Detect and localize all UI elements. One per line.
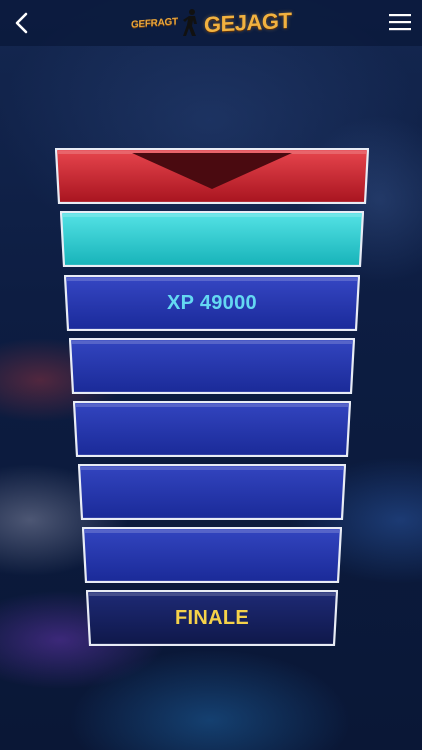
ladder-step-fill xyxy=(60,211,364,267)
ladder-step-7-empty xyxy=(82,527,342,583)
app-logo: GEFRAGT GEJAGT xyxy=(131,0,291,46)
logo-text-gejagt: GEJAGT xyxy=(203,7,292,38)
ladder-step-label: XP 49000 xyxy=(167,291,257,314)
ladder-step-2-player xyxy=(60,211,364,267)
ladder-step-shape xyxy=(82,527,342,583)
menu-button[interactable] xyxy=(388,10,412,34)
ladder-step-shape xyxy=(69,338,355,394)
ladder-step-highlight xyxy=(85,530,339,533)
chaser-arrow-shape xyxy=(132,153,292,189)
ladder-step-highlight xyxy=(63,214,361,217)
ladder-step-8-finale: FINALE xyxy=(86,590,338,646)
runner-figure-icon xyxy=(182,9,197,36)
hamburger-menu-icon xyxy=(389,14,411,31)
logo-text-gefragt: GEFRAGT xyxy=(130,15,178,31)
ladder-step-fill xyxy=(78,464,346,520)
ladder-step-highlight xyxy=(72,341,352,344)
chaser-arrow-icon xyxy=(132,153,292,189)
ladder-step-4-empty xyxy=(69,338,355,394)
ladder-step-1-chaser xyxy=(55,148,369,204)
ladder-step-shape xyxy=(73,401,351,457)
ladder-step-highlight xyxy=(67,278,357,281)
ladder-step-5-empty xyxy=(73,401,351,457)
top-bar: GEFRAGT GEJAGT xyxy=(0,0,422,46)
ladder-step-6-empty xyxy=(78,464,346,520)
ladder-step-fill xyxy=(82,527,342,583)
ladder-step-highlight xyxy=(81,467,343,470)
ladder-step-label: FINALE xyxy=(174,606,250,629)
ladder-step-shape xyxy=(78,464,346,520)
ladder-step-highlight xyxy=(89,593,335,596)
ladder-step-fill xyxy=(69,338,355,394)
chevron-left-icon xyxy=(15,12,28,34)
ladder-step-3-amount: XP 49000 xyxy=(64,275,360,331)
ladder-step-fill xyxy=(73,401,351,457)
ladder-step-highlight xyxy=(76,404,348,407)
ladder-step-shape xyxy=(60,211,364,267)
back-button[interactable] xyxy=(8,6,36,40)
